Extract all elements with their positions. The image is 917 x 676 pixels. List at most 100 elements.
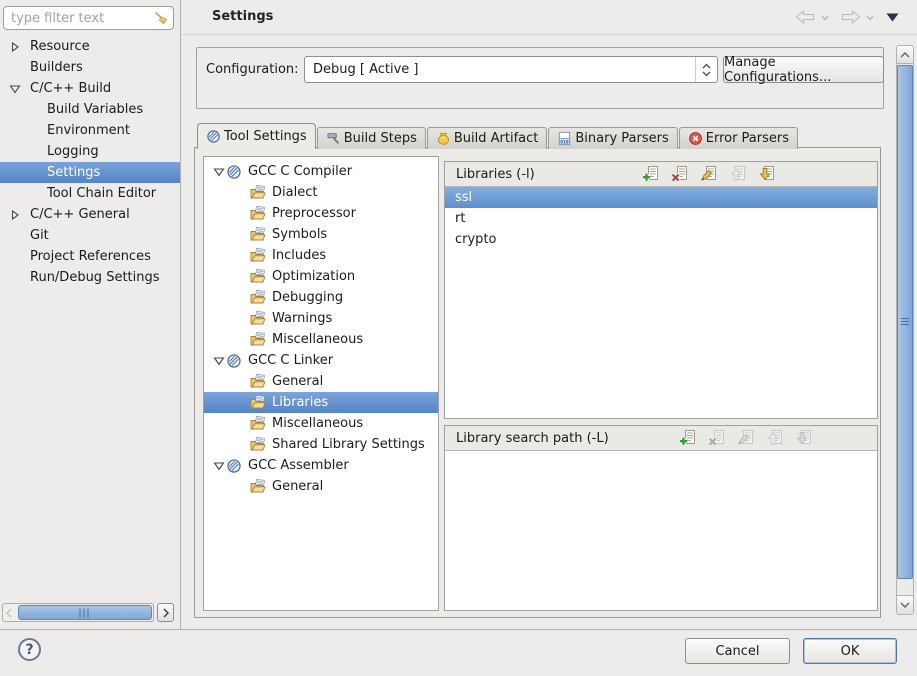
scroll-up-button[interactable] <box>897 46 913 64</box>
expander-expanded-icon[interactable] <box>212 356 226 366</box>
sidebar-item-project-references[interactable]: Project References <box>0 246 180 267</box>
sidebar-horizontal-scrollbar[interactable] <box>2 603 174 622</box>
tree-item-gcc-c-linker[interactable]: GCC C Linker <box>204 350 438 371</box>
libraries-add-button[interactable] <box>642 165 659 182</box>
forward-history-chevron-icon[interactable] <box>866 15 874 21</box>
scrollbar-track[interactable] <box>2 603 154 622</box>
tab-error-parsers[interactable]: Error Parsers <box>678 127 799 149</box>
scrollbar-thumb[interactable] <box>18 605 152 620</box>
main-vertical-scrollbar[interactable] <box>896 45 914 615</box>
tree-item-label: GCC C Linker <box>248 353 334 368</box>
sidebar-item-git[interactable]: Git <box>0 225 180 246</box>
forward-arrow-icon[interactable] <box>841 10 861 24</box>
help-icon: ? <box>25 641 34 658</box>
add-icon <box>642 165 659 182</box>
filter-field[interactable] <box>3 6 174 30</box>
settings-folder-icon <box>250 374 266 390</box>
expander-expanded-icon[interactable] <box>212 461 226 471</box>
tree-item-symbols[interactable]: Symbols <box>204 224 438 245</box>
tree-item-label: GCC C Compiler <box>248 164 353 179</box>
tree-item-assembler-general[interactable]: General <box>204 476 438 497</box>
library-item-label: rt <box>455 211 466 226</box>
scroll-right-button[interactable] <box>157 603 174 622</box>
filter-input[interactable] <box>4 10 153 26</box>
tree-item-compiler-miscellaneous[interactable]: Miscellaneous <box>204 329 438 350</box>
dialog-button-bar: ? Cancel OK <box>0 629 917 676</box>
configuration-combo[interactable]: Debug [ Active ] <box>304 56 718 83</box>
sidebar-divider <box>180 0 181 629</box>
tree-item-label: Miscellaneous <box>272 332 364 347</box>
back-arrow-icon[interactable] <box>795 10 815 24</box>
sidebar-item-tool-chain-editor[interactable]: Tool Chain Editor <box>0 183 180 204</box>
libraries-move-down-button[interactable] <box>758 165 775 182</box>
scrollbar-grip <box>79 608 91 617</box>
expander-collapsed-icon[interactable] <box>8 42 22 52</box>
back-history-chevron-icon[interactable] <box>821 15 829 21</box>
settings-folder-icon <box>250 332 266 348</box>
sidebar-item-settings[interactable]: Settings <box>0 162 180 183</box>
tree-item-dialect[interactable]: Dialect <box>204 182 438 203</box>
tool-settings-content: GCC C Compiler Dialect Preprocessor Symb… <box>194 147 881 618</box>
tool-icon <box>226 353 242 369</box>
combo-spinner[interactable] <box>695 57 717 82</box>
help-button[interactable]: ? <box>18 638 41 661</box>
tree-item-includes[interactable]: Includes <box>204 245 438 266</box>
configuration-label: Configuration: <box>206 62 299 77</box>
library-item-ssl[interactable]: ssl <box>445 187 877 208</box>
search-path-toolbar <box>679 429 824 446</box>
tab-label: Build Steps <box>343 131 417 146</box>
tree-item-gcc-assembler[interactable]: GCC Assembler <box>204 455 438 476</box>
tree-item-label: General <box>272 479 324 494</box>
tab-tool-settings[interactable]: Tool Settings <box>197 123 316 150</box>
scroll-down-button[interactable] <box>897 595 913 614</box>
tree-item-debugging[interactable]: Debugging <box>204 287 438 308</box>
tree-item-label: General <box>272 374 324 389</box>
tree-item-warnings[interactable]: Warnings <box>204 308 438 329</box>
tree-item-label: Debugging <box>272 290 344 305</box>
sidebar-item-run-debug-settings[interactable]: Run/Debug Settings <box>0 267 180 288</box>
search-path-add-button[interactable] <box>679 429 696 446</box>
tree-item-label: Miscellaneous <box>272 416 364 431</box>
settings-folder-icon <box>250 206 266 222</box>
tab-binary-parsers[interactable]: Binary Parsers <box>548 127 678 149</box>
expander-expanded-icon[interactable] <box>8 84 22 94</box>
tree-item-libraries[interactable]: Libraries <box>204 392 438 413</box>
sidebar-item-cpp-build[interactable]: C/C++ Build <box>0 78 180 99</box>
scrollbar-thumb[interactable] <box>897 65 913 579</box>
scroll-left-icon[interactable] <box>6 608 12 618</box>
sidebar-item-label: Tool Chain Editor <box>47 186 157 201</box>
ok-button[interactable]: OK <box>803 638 897 664</box>
tree-item-linker-miscellaneous[interactable]: Miscellaneous <box>204 413 438 434</box>
sidebar-item-environment[interactable]: Environment <box>0 120 180 141</box>
library-item-rt[interactable]: rt <box>445 208 877 229</box>
tool-icon <box>226 164 242 180</box>
expander-collapsed-icon[interactable] <box>8 210 22 220</box>
cancel-button[interactable]: Cancel <box>685 638 790 664</box>
manage-configurations-button[interactable]: Manage Configurations... <box>723 55 884 85</box>
sidebar-item-logging[interactable]: Logging <box>0 141 180 162</box>
tab-label: Error Parsers <box>705 131 790 146</box>
tree-item-linker-general[interactable]: General <box>204 371 438 392</box>
sidebar-item-resource[interactable]: Resource <box>0 36 180 57</box>
library-item-label: crypto <box>455 232 497 247</box>
libraries-delete-button[interactable] <box>671 165 688 182</box>
sidebar-item-builders[interactable]: Builders <box>0 57 180 78</box>
library-item-crypto[interactable]: crypto <box>445 229 877 250</box>
scroll-up-icon <box>900 52 910 58</box>
tree-item-preprocessor[interactable]: Preprocessor <box>204 203 438 224</box>
tree-item-optimization[interactable]: Optimization <box>204 266 438 287</box>
sidebar-item-label: Git <box>30 228 49 243</box>
tab-build-steps[interactable]: Build Steps <box>316 127 426 149</box>
sidebar-item-cpp-general[interactable]: C/C++ General <box>0 204 180 225</box>
tree-item-shared-library-settings[interactable]: Shared Library Settings <box>204 434 438 455</box>
view-menu-icon[interactable] <box>886 13 899 22</box>
settings-dialog: Resource Builders C/C++ Build Build Vari… <box>0 0 917 676</box>
clear-filter-broom-icon[interactable] <box>153 10 169 26</box>
tool-icon <box>206 129 221 144</box>
tab-build-artifact[interactable]: Build Artifact <box>426 127 548 149</box>
header-divider <box>181 34 917 35</box>
expander-expanded-icon[interactable] <box>212 167 226 177</box>
tree-item-gcc-c-compiler[interactable]: GCC C Compiler <box>204 161 438 182</box>
sidebar-item-build-variables[interactable]: Build Variables <box>0 99 180 120</box>
libraries-edit-button[interactable] <box>700 165 717 182</box>
